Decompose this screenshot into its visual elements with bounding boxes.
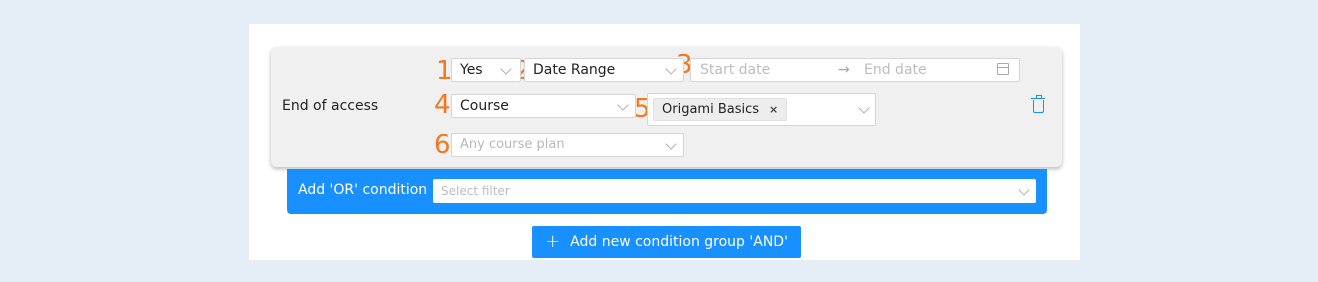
course-multi-select[interactable]: Origami Basics × — [647, 93, 876, 126]
selected-course-tag: Origami Basics × — [653, 98, 788, 121]
arrow-right-icon: → — [838, 62, 850, 78]
course-plan-placeholder: Any course plan — [460, 137, 565, 152]
yes-no-value: Yes — [460, 62, 483, 78]
target-select[interactable]: Course — [451, 94, 636, 118]
or-filter-select[interactable]: Select filter — [433, 179, 1036, 203]
target-value: Course — [460, 98, 509, 114]
trash-icon[interactable] — [1031, 95, 1045, 113]
plus-icon: + — [545, 231, 561, 252]
end-date-input[interactable]: End date — [864, 59, 927, 81]
date-range-picker[interactable]: Start date → End date — [690, 58, 1020, 82]
start-date-input[interactable]: Start date — [700, 59, 770, 81]
add-condition-group-button[interactable]: + Add new condition group 'AND' — [532, 226, 801, 258]
chevron-down-icon — [665, 138, 677, 150]
chevron-down-icon — [617, 99, 629, 111]
chevron-down-icon — [500, 63, 512, 75]
or-condition-bar: Add 'OR' condition Select filter — [287, 169, 1047, 214]
close-icon[interactable]: × — [769, 99, 778, 121]
range-type-value: Date Range — [533, 62, 616, 78]
marker-6: 6 — [434, 130, 451, 160]
or-filter-placeholder: Select filter — [441, 184, 510, 198]
range-type-select[interactable]: Date Range — [524, 58, 684, 82]
yes-no-select[interactable]: Yes — [451, 58, 521, 82]
chevron-down-icon — [858, 102, 870, 114]
tag-label: Origami Basics — [662, 101, 760, 117]
calendar-icon — [997, 63, 1009, 75]
chevron-down-icon — [1018, 184, 1030, 196]
chevron-down-icon — [665, 63, 677, 75]
add-condition-group-label: Add new condition group 'AND' — [570, 234, 788, 250]
condition-label: End of access — [282, 98, 379, 114]
marker-4: 4 — [434, 90, 451, 120]
or-condition-label: Add 'OR' condition — [298, 182, 428, 198]
course-plan-select[interactable]: Any course plan — [451, 133, 684, 157]
